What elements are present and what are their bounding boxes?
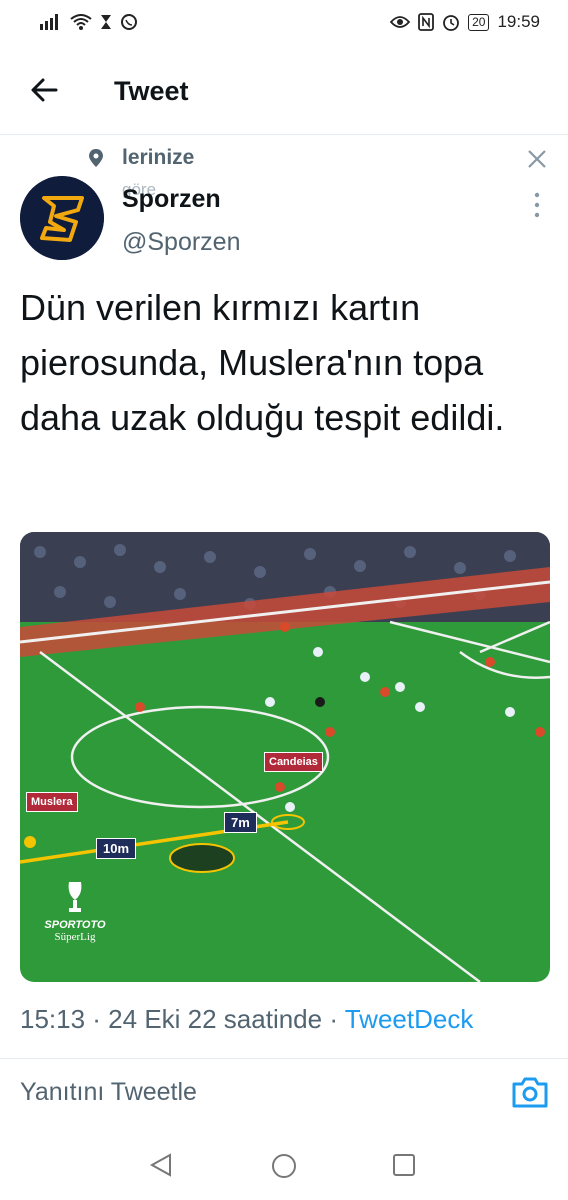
alarm-icon bbox=[443, 15, 459, 31]
status-left bbox=[40, 13, 138, 31]
wifi-icon bbox=[70, 14, 92, 30]
battery-icon: 20 bbox=[468, 13, 490, 31]
camera-icon[interactable] bbox=[510, 1074, 550, 1110]
tweet-meta: 15:13 · 24 Eki 22 saatinde · TweetDeck bbox=[20, 1004, 473, 1035]
more-vertical-icon[interactable] bbox=[526, 190, 548, 220]
trophy-icon bbox=[68, 882, 82, 912]
back-arrow-icon[interactable] bbox=[26, 72, 62, 108]
status-time: 19:59 bbox=[497, 12, 540, 31]
league-logo: SPORTOTO SüperLig bbox=[40, 880, 110, 943]
nfc-icon bbox=[418, 13, 434, 31]
league-logo-bottom: SüperLig bbox=[54, 931, 96, 943]
tweet-source-link[interactable]: TweetDeck bbox=[345, 1004, 474, 1034]
status-right: 20 19:59 bbox=[390, 12, 540, 32]
label-candeias: Candeias bbox=[264, 752, 323, 772]
label-10m: 10m bbox=[96, 838, 137, 859]
system-navbar bbox=[0, 1130, 568, 1200]
league-logo-top: SPORTOTO bbox=[44, 919, 106, 931]
nav-back-icon[interactable] bbox=[148, 1152, 174, 1178]
meta-divider bbox=[0, 1058, 568, 1059]
location-pin-icon bbox=[89, 149, 103, 167]
nav-recents-icon[interactable] bbox=[392, 1153, 416, 1177]
nav-home-icon[interactable] bbox=[270, 1152, 298, 1180]
page-title: Tweet bbox=[114, 76, 189, 106]
app-header: Tweet bbox=[0, 58, 568, 128]
tweet-timestamp: 15:13 · 24 Eki 22 saatinde · bbox=[20, 1004, 345, 1034]
tweet-text: Dün verilen kırmızı kartın pierosunda, M… bbox=[20, 287, 505, 438]
sporzen-logo-icon bbox=[20, 176, 104, 260]
label-muslera: Muslera bbox=[26, 792, 78, 812]
status-bar: 20 19:59 bbox=[0, 0, 568, 48]
author-handle[interactable]: @Sporzen bbox=[122, 228, 241, 257]
tweet-media[interactable]: Muslera Candeias 10m 7m SPORTOTO SüperLi… bbox=[20, 532, 550, 982]
signal-icon bbox=[40, 14, 58, 30]
reply-input[interactable]: Yanıtını Tweetle bbox=[20, 1078, 197, 1107]
avatar[interactable] bbox=[20, 176, 104, 260]
header-divider bbox=[0, 134, 568, 135]
whatsapp-icon bbox=[121, 14, 137, 30]
eye-icon bbox=[390, 16, 411, 28]
suggestion-label: lerinize bbox=[122, 146, 195, 169]
hourglass-icon bbox=[101, 15, 111, 29]
close-icon[interactable] bbox=[526, 148, 548, 170]
label-7m: 7m bbox=[224, 812, 257, 833]
author-name[interactable]: Sporzen bbox=[122, 185, 221, 214]
